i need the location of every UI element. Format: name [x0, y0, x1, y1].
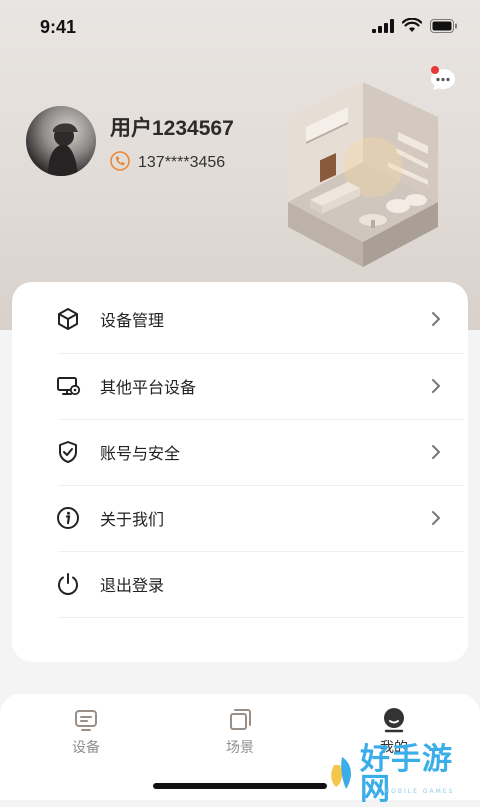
- status-bar: 9:41: [0, 0, 480, 58]
- menu-item-logout[interactable]: 退出登录: [12, 551, 468, 617]
- menu-item-label: 其他平台设备: [100, 378, 197, 397]
- battery-icon: [430, 18, 458, 37]
- signal-icon: [372, 18, 394, 37]
- watermark-subtext: MOBILE GAMES: [384, 788, 455, 795]
- device-icon: [72, 706, 100, 734]
- menu-item-label: 退出登录: [100, 576, 165, 595]
- tab-scenes[interactable]: 场景: [200, 706, 280, 757]
- phone-icon: [110, 151, 130, 175]
- menu-card: 设备管理 其他平台设备 账号与安全 关于我们 退出登录: [12, 282, 468, 662]
- divider: [58, 617, 464, 618]
- status-time: 9:41: [40, 17, 77, 37]
- notification-dot: [431, 66, 439, 74]
- power-icon: [55, 571, 81, 597]
- menu-item-label: 账号与安全: [100, 444, 181, 463]
- tab-devices[interactable]: 设备: [46, 706, 126, 757]
- chevron-right-icon: [430, 310, 442, 328]
- wifi-icon: [401, 17, 423, 37]
- phone-row: 137****3456: [110, 151, 225, 175]
- home-indicator[interactable]: [153, 783, 327, 789]
- chevron-right-icon: [430, 377, 442, 395]
- menu-item-account-security[interactable]: 账号与安全: [12, 419, 468, 485]
- menu-item-about-us[interactable]: 关于我们: [12, 485, 468, 551]
- watermark-text: 好手游网: [360, 742, 453, 807]
- chevron-right-icon: [430, 509, 442, 527]
- chevron-right-icon: [430, 443, 442, 461]
- menu-item-device-management[interactable]: 设备管理: [12, 286, 468, 352]
- profile-icon: [380, 706, 408, 734]
- menu-item-label: 设备管理: [100, 311, 165, 330]
- scene-icon: [226, 706, 254, 734]
- watermark: 好手游网 MOBILE GAMES: [328, 745, 478, 805]
- room-illustration: [278, 82, 448, 272]
- shield-check-icon: [55, 439, 81, 465]
- username: 用户1234567: [110, 117, 234, 140]
- phone-number: 137****3456: [138, 154, 226, 171]
- menu-item-other-platform-devices[interactable]: 其他平台设备: [12, 353, 468, 419]
- avatar[interactable]: [26, 106, 96, 176]
- info-icon: [55, 505, 81, 531]
- menu-item-label: 关于我们: [100, 510, 165, 529]
- cube-icon: [55, 306, 81, 332]
- tab-label: 场景: [226, 740, 254, 756]
- monitor-gear-icon: [55, 373, 81, 399]
- watermark-logo-icon: [328, 753, 356, 797]
- tab-label: 设备: [72, 740, 100, 756]
